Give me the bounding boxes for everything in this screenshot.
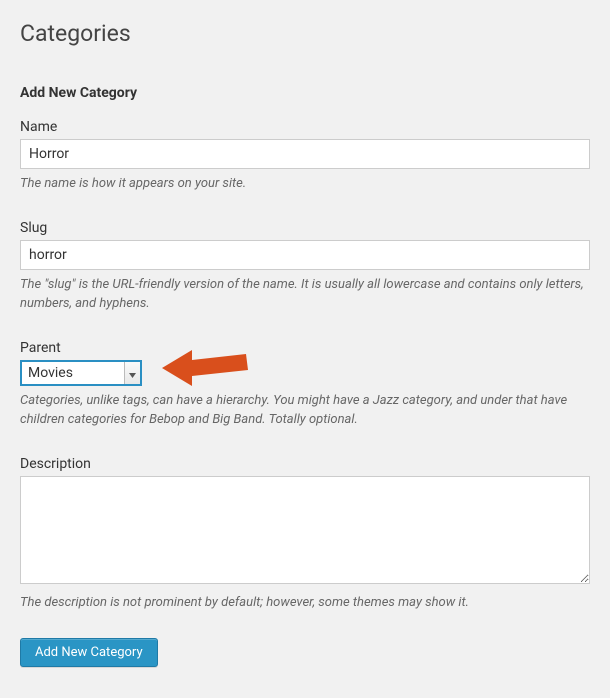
parent-select-value: Movies	[22, 362, 140, 384]
field-name: Name The name is how it appears on your …	[20, 119, 590, 194]
description-hint: The description is not prominent by defa…	[20, 593, 590, 613]
description-input[interactable]	[20, 476, 590, 584]
slug-label: Slug	[20, 220, 590, 236]
parent-hint: Categories, unlike tags, can have a hier…	[20, 391, 590, 430]
section-title: Add New Category	[20, 85, 590, 101]
dropdown-button[interactable]	[124, 362, 140, 384]
slug-input[interactable]	[20, 240, 590, 270]
description-label: Description	[20, 456, 590, 472]
chevron-down-icon	[129, 363, 136, 382]
name-input[interactable]	[20, 139, 590, 169]
slug-hint: The "slug" is the URL-friendly version o…	[20, 275, 590, 314]
name-hint: The name is how it appears on your site.	[20, 174, 590, 194]
parent-select[interactable]: Movies	[20, 360, 142, 386]
name-label: Name	[20, 119, 590, 135]
parent-label: Parent	[20, 340, 590, 356]
field-description: Description The description is not promi…	[20, 456, 590, 613]
field-parent: Parent Movies Categories, unlike tags, c…	[20, 340, 590, 430]
page-title: Categories	[20, 14, 590, 53]
field-slug: Slug The "slug" is the URL-friendly vers…	[20, 220, 590, 314]
add-new-category-button[interactable]: Add New Category	[20, 638, 158, 667]
